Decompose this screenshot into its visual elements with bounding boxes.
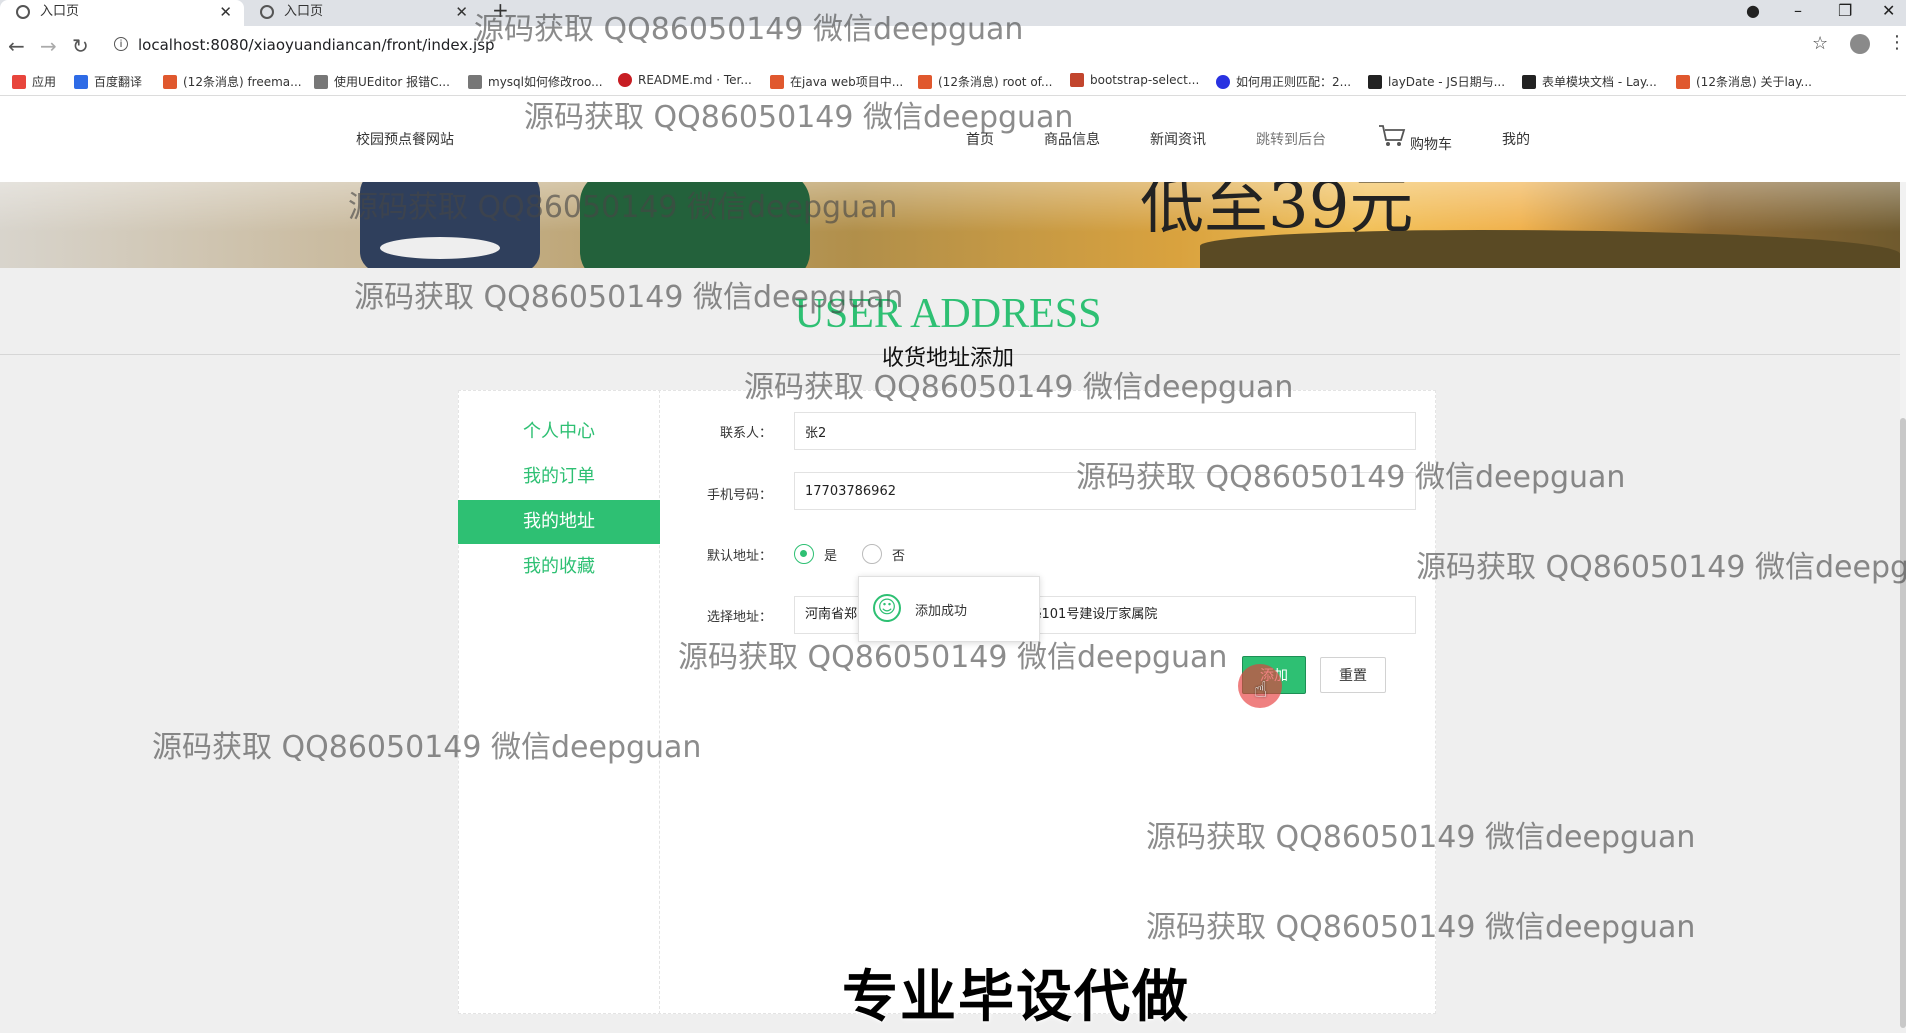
shopping-cart-icon[interactable]	[1378, 124, 1406, 148]
nav-cart[interactable]: 购物车	[1410, 134, 1452, 154]
new-tab-button[interactable]: +	[492, 0, 509, 22]
reload-icon[interactable]: ↻	[72, 34, 89, 58]
layui-icon	[1522, 75, 1536, 89]
bookmark-item[interactable]: 在java web项目中...	[770, 73, 903, 90]
side-menu-favorites[interactable]: 我的收藏	[458, 545, 660, 589]
section-title: USER ADDRESS	[794, 291, 1102, 337]
address-bar[interactable]: i localhost:8080/xiaoyuandiancan/front/i…	[104, 30, 1824, 60]
baidu-icon	[1216, 75, 1230, 89]
section-subtitle: 收货地址添加	[881, 346, 1014, 371]
mysql-icon	[468, 75, 482, 89]
tab-close-icon[interactable]: ✕	[455, 0, 468, 24]
bookmark-item[interactable]: README.md · Ter...	[618, 73, 752, 87]
banner-shoe	[380, 237, 500, 259]
account-avatar-icon[interactable]	[1850, 34, 1870, 54]
banner-price-text: 低至39元	[1140, 182, 1414, 243]
nav-news[interactable]: 新闻资讯	[1150, 129, 1206, 149]
nav-products[interactable]: 商品信息	[1044, 129, 1100, 149]
hand-cursor-icon: ☝	[1254, 678, 1268, 703]
toast-message: 添加成功	[915, 604, 968, 619]
browser-tab[interactable]: 入口页 ✕	[244, 0, 480, 26]
csdn-icon	[163, 75, 177, 89]
bookmark-item[interactable]: 百度翻译	[74, 73, 142, 90]
csdn-icon	[1676, 75, 1690, 89]
bookmark-item[interactable]: layDate - JS日期与...	[1368, 73, 1505, 90]
page-scrollbar-thumb[interactable]	[1900, 418, 1906, 1028]
bookmark-item[interactable]: bootstrap-select...	[1070, 73, 1199, 87]
browser-menu-icon[interactable]: ⋮	[1888, 32, 1906, 53]
back-arrow-icon[interactable]: ←	[8, 34, 25, 58]
baidu-translate-icon	[74, 75, 88, 89]
browser-tab-active[interactable]: 入口页 ✕	[0, 0, 244, 26]
bookmark-apps[interactable]: 应用	[12, 73, 56, 90]
globe-icon	[260, 5, 274, 19]
contact-input[interactable]	[794, 412, 1416, 450]
side-menu-profile[interactable]: 个人中心	[458, 410, 660, 454]
restore-button[interactable]: ❐	[1838, 0, 1852, 22]
phone-label: 手机号码：	[706, 488, 772, 503]
site-header: 校园预点餐网站 首页 商品信息 新闻资讯 跳转到后台 购物车 我的	[0, 96, 1906, 182]
bookmark-item[interactable]: 使用UEditor 报错C...	[314, 73, 450, 90]
cnblogs-icon	[1070, 73, 1084, 87]
bookmark-item[interactable]: mysql如何修改roo...	[468, 73, 603, 90]
minimize-button[interactable]: –	[1794, 0, 1802, 22]
default-address-label: 默认地址：	[706, 549, 772, 564]
promo-banner[interactable]: 低至39元	[0, 182, 1900, 268]
nav-admin[interactable]: 跳转到后台	[1256, 129, 1326, 149]
watermark-text: 源码获取 QQ86050149 微信deepguan	[1416, 550, 1906, 585]
banner-model-sweater	[580, 182, 810, 268]
ueditor-icon	[314, 75, 328, 89]
nav-mine[interactable]: 我的	[1502, 129, 1530, 149]
browser-toolbar: ← → ↻ i localhost:8080/xiaoyuandiancan/f…	[0, 26, 1906, 66]
reset-button[interactable]: 重置	[1320, 657, 1386, 693]
user-side-menu: 个人中心 我的订单 我的地址 我的收藏	[458, 390, 660, 1014]
bookmark-item[interactable]: 表单模块文档 - Lay...	[1522, 73, 1657, 90]
url-text: localhost:8080/xiaoyuandiancan/front/ind…	[138, 36, 495, 54]
bookmark-item[interactable]: (12条消息) root of...	[918, 73, 1052, 90]
address-value-end: §101号建设厅家属院	[1035, 607, 1158, 622]
phone-input[interactable]	[794, 472, 1416, 510]
gitee-icon	[618, 73, 632, 87]
browser-tab-strip: 入口页 ✕ 入口页 ✕ + ● – ❐ ✕	[0, 0, 1906, 26]
profile-menu-icon[interactable]: ●	[1746, 0, 1760, 22]
smile-icon: ☺	[873, 594, 901, 622]
address-value-start: 河南省郑	[805, 607, 858, 622]
site-info-icon[interactable]: i	[114, 37, 128, 51]
tab-title: 入口页	[284, 4, 324, 19]
side-menu-orders[interactable]: 我的订单	[458, 455, 660, 499]
promo-caption: 专业毕设代做	[842, 965, 1190, 1030]
default-no-radio[interactable]	[862, 544, 882, 564]
banner-sky	[0, 182, 1900, 232]
tab-close-icon[interactable]: ✕	[219, 0, 232, 24]
nav-home[interactable]: 首页	[966, 129, 994, 149]
contact-label: 联系人：	[719, 426, 772, 441]
bookmarks-bar: 应用 百度翻译 (12条消息) freema... 使用UEditor 报错C.…	[0, 66, 1906, 96]
forward-arrow-icon[interactable]: →	[40, 34, 57, 58]
side-menu-address[interactable]: 我的地址	[458, 500, 660, 544]
success-toast: ☺ 添加成功	[858, 576, 1040, 642]
globe-icon	[16, 5, 30, 19]
apps-grid-icon	[12, 75, 26, 89]
close-window-button[interactable]: ✕	[1882, 0, 1895, 22]
bookmark-item[interactable]: 如何用正则匹配：2...	[1216, 73, 1351, 90]
default-yes-label[interactable]: 是	[824, 545, 837, 564]
layui-icon	[1368, 75, 1382, 89]
address-label: 选择地址：	[706, 610, 772, 625]
default-yes-radio[interactable]	[794, 544, 814, 564]
site-name[interactable]: 校园预点餐网站	[356, 129, 454, 149]
csdn-icon	[918, 75, 932, 89]
csdn-icon	[770, 75, 784, 89]
bookmark-item[interactable]: (12条消息) 关于lay...	[1676, 73, 1812, 90]
bookmark-item[interactable]: (12条消息) freema...	[163, 73, 302, 90]
default-no-label[interactable]: 否	[892, 545, 905, 564]
tab-title: 入口页	[40, 4, 80, 19]
bookmark-star-icon[interactable]: ☆	[1812, 33, 1828, 54]
